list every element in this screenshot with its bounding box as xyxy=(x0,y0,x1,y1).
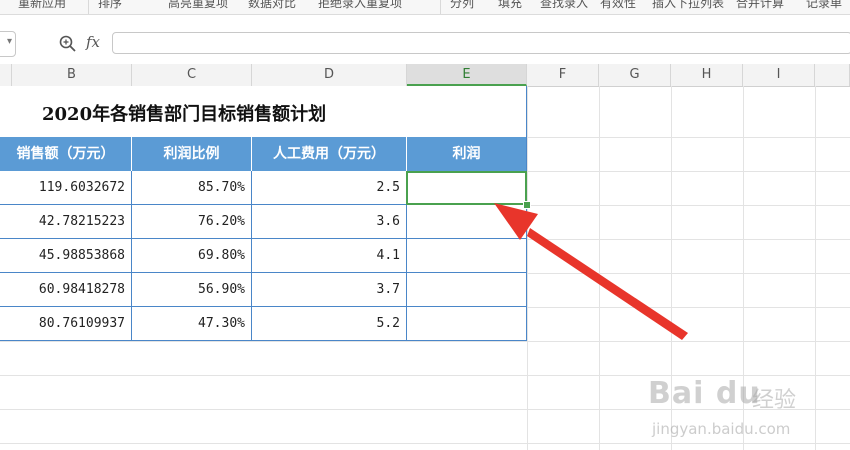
toolbar-reject-duplicates[interactable]: 拒绝录入重复项 xyxy=(318,0,402,11)
watermark-jingyan: 经验 xyxy=(752,388,797,413)
column-header-h[interactable]: H xyxy=(671,64,743,86)
sheet-title: 2020年各销售部门目标销售额计划 xyxy=(42,104,327,125)
toolbar-sort[interactable]: 排序 xyxy=(98,0,122,11)
toolbar-highlight-duplicates[interactable]: 高亮重复项 xyxy=(168,0,228,11)
cell-labor-cost[interactable]: 2.5 xyxy=(252,171,407,205)
fx-icon[interactable]: fx xyxy=(86,33,100,51)
zoom-icon[interactable] xyxy=(58,34,78,54)
chevron-down-icon[interactable]: ▾ xyxy=(7,36,12,47)
cell-profit-ratio[interactable]: 69.80% xyxy=(132,239,252,273)
cell-labor-cost[interactable]: 5.2 xyxy=(252,307,407,341)
header-sales[interactable]: 销售额（万元） xyxy=(0,137,132,171)
column-header-j[interactable] xyxy=(815,64,850,86)
toolbar-consolidate[interactable]: 合并计算 xyxy=(736,0,784,11)
cell-profit-ratio[interactable]: 85.70% xyxy=(132,171,252,205)
column-header-i[interactable]: I xyxy=(743,64,815,86)
watermark-url: jingyan.baidu.com xyxy=(652,420,791,438)
baidu-jingyan-watermark: Bai du 经验 jingyan.baidu.com xyxy=(640,372,840,450)
cell-labor-cost[interactable]: 3.6 xyxy=(252,205,407,239)
cell-profit-ratio[interactable]: 76.20% xyxy=(132,205,252,239)
cell-sales[interactable]: 80.76109937 xyxy=(0,307,132,341)
toolbar-validity[interactable]: 有效性 xyxy=(600,0,636,11)
cell-sales[interactable]: 45.98853868 xyxy=(0,239,132,273)
cell-labor-cost[interactable]: 3.7 xyxy=(252,273,407,307)
watermark-brand: Bai du xyxy=(648,376,761,411)
cell-profit[interactable] xyxy=(407,205,527,239)
formula-bar: ▾ fx xyxy=(0,30,850,58)
column-header-g[interactable]: G xyxy=(599,64,671,86)
ribbon-toolbar: 重新应用 排序 高亮重复项 数据对比 拒绝录入重复项 分列 填充 查找录入 有效… xyxy=(0,0,850,15)
gridline xyxy=(599,86,600,450)
column-header-d[interactable]: D xyxy=(252,64,407,86)
toolbar-separator xyxy=(88,0,89,14)
toolbar-fill[interactable]: 填充 xyxy=(498,0,522,11)
gridline xyxy=(0,341,850,342)
column-header-row: B C D E F G H I xyxy=(0,64,850,87)
toolbar-separator xyxy=(440,0,441,14)
header-profit[interactable]: 利润 xyxy=(407,137,527,171)
toolbar-split[interactable]: 分列 xyxy=(450,0,474,11)
gridline xyxy=(527,86,528,450)
column-header-b[interactable]: B xyxy=(12,64,132,86)
toolbar-reapply[interactable]: 重新应用 xyxy=(18,0,66,11)
toolbar-lookup[interactable]: 查找录入 xyxy=(540,0,588,11)
sheet-title-cell[interactable]: 2020年各销售部门目标销售额计划 xyxy=(0,86,527,137)
cell-profit[interactable] xyxy=(407,273,527,307)
cell-profit-ratio[interactable]: 56.90% xyxy=(132,273,252,307)
cell-labor-cost[interactable]: 4.1 xyxy=(252,239,407,273)
cell-sales[interactable]: 60.98418278 xyxy=(0,273,132,307)
cell-sales[interactable]: 42.78215223 xyxy=(0,205,132,239)
header-profit-ratio[interactable]: 利润比例 xyxy=(132,137,252,171)
cell-profit[interactable] xyxy=(407,307,527,341)
column-header-e[interactable]: E xyxy=(407,64,527,86)
cell-profit[interactable] xyxy=(407,239,527,273)
toolbar-record-form[interactable]: 记录单 xyxy=(806,0,842,11)
selected-cell-highlight[interactable] xyxy=(406,171,527,205)
fill-handle[interactable] xyxy=(523,201,531,209)
name-box[interactable]: ▾ xyxy=(0,31,16,57)
column-header-c[interactable]: C xyxy=(132,64,252,86)
column-header-a[interactable] xyxy=(0,64,12,86)
cell-sales[interactable]: 119.6032672 xyxy=(0,171,132,205)
formula-input[interactable] xyxy=(112,32,850,54)
toolbar-insert-dropdown[interactable]: 插入下拉列表 xyxy=(652,0,724,11)
cell-profit-ratio[interactable]: 47.30% xyxy=(132,307,252,341)
column-header-f[interactable]: F xyxy=(527,64,599,86)
toolbar-data-compare[interactable]: 数据对比 xyxy=(248,0,296,11)
header-labor-cost[interactable]: 人工费用（万元） xyxy=(252,137,407,171)
